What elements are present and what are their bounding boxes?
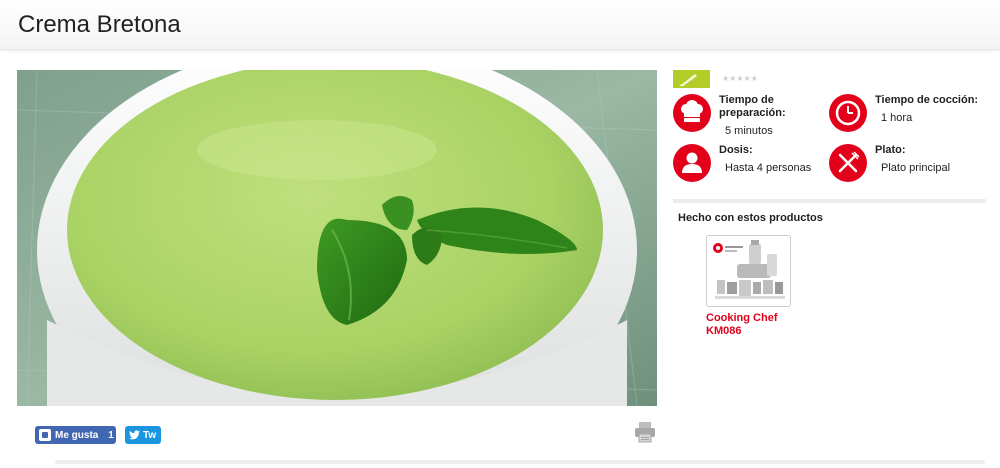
facebook-like-label: Me gusta <box>55 429 99 441</box>
products-section-title: Hecho con estos productos <box>678 212 823 224</box>
person-icon <box>673 144 711 182</box>
cook-time-value: 1 hora <box>881 112 913 124</box>
twitter-bird-icon <box>129 430 140 440</box>
facebook-like-count: 1 <box>108 429 114 441</box>
page-title: Crema Bretona <box>18 11 181 38</box>
servings-label: Dosis: <box>719 144 753 156</box>
cook-time-label: Tiempo de cocción: <box>875 94 979 106</box>
section-divider <box>673 199 986 203</box>
bottom-divider <box>55 460 985 464</box>
prep-time-info: Tiempo de preparación: 5 minutos <box>673 94 823 140</box>
print-icon[interactable] <box>633 420 657 444</box>
tweet-label: Tw <box>143 429 157 441</box>
tweet-button[interactable]: Tw <box>125 426 161 444</box>
prep-time-value: 5 minutos <box>725 125 773 137</box>
fork-knife-icon <box>829 144 867 182</box>
servings-info: Dosis: Hasta 4 personas <box>673 144 823 184</box>
difficulty-badge <box>673 70 710 88</box>
servings-value: Hasta 4 personas <box>725 162 812 174</box>
recipe-image <box>17 70 657 406</box>
chef-hat-icon <box>673 94 711 132</box>
page-header: Crema Bretona <box>0 0 1000 50</box>
cook-time-info: Tiempo de cocción: 1 hora <box>829 94 989 134</box>
facebook-like-button[interactable]: Me gusta <box>35 426 116 444</box>
product-thumbnail[interactable] <box>706 235 791 307</box>
dish-label: Plato: <box>875 144 906 156</box>
prep-time-label: Tiempo de preparación: <box>719 94 786 119</box>
dish-value: Plato principal <box>881 162 951 174</box>
rating-stars[interactable]: ★★★★★ <box>722 74 758 83</box>
product-link[interactable]: Cooking Chef KM086 <box>706 312 806 338</box>
clock-icon <box>829 94 867 132</box>
thumbs-up-icon <box>39 429 51 441</box>
dish-info: Plato: Plato principal <box>829 144 989 184</box>
